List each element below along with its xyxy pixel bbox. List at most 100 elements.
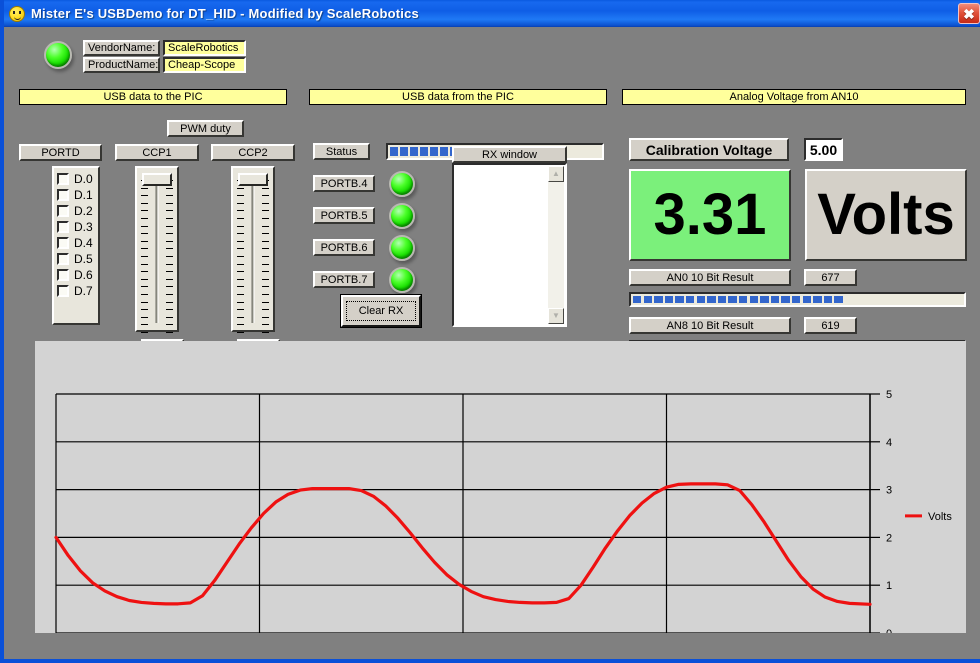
voltage-unit-display: Volts [805,169,967,261]
pwm-duty-label: PWM duty [167,120,244,137]
calibration-voltage-input[interactable]: 5.00 [804,138,843,161]
portd-checkbox-row[interactable]: D.6 [57,267,98,282]
analog-panel-banner: Analog Voltage from AN10 [622,89,966,105]
portb7-label: PORTB.7 [313,271,375,288]
window-title: Mister E's USBDemo for DT_HID - Modified… [31,6,419,21]
product-name-value: Cheap-Scope [163,57,246,73]
portd-checkbox-d2[interactable] [57,205,69,217]
ccp2-slider-thumb[interactable] [238,173,268,186]
ccp2-slider-ticks-right [262,180,269,339]
progress-block [686,296,694,304]
vendor-name-label: VendorName: [83,40,160,56]
portd-checkbox-row[interactable]: D.1 [57,187,98,202]
voltage-chart-svg: 012345Volts [35,341,966,633]
progress-block [390,147,398,156]
chevron-up-icon[interactable]: ▲ [548,166,564,182]
clear-rx-button[interactable]: Clear RX [341,295,421,327]
vendor-name-value: ScaleRobotics [163,40,246,56]
ccp2-label: CCP2 [211,144,295,161]
portd-checkbox-label: D.7 [74,285,93,297]
progress-block [633,296,641,304]
portd-checkbox-label: D.4 [74,237,93,249]
chart-ytick-label: 5 [886,389,892,401]
ccp1-label: CCP1 [115,144,199,161]
progress-block [400,147,408,156]
progress-block [718,296,726,304]
ccp1-slider-rail [156,179,159,323]
chevron-down-icon[interactable]: ▼ [548,308,564,324]
portb4-led [389,171,415,197]
progress-block [728,296,736,304]
client-area: VendorName: ScaleRobotics ProductName: C… [8,27,980,659]
tx-panel-banner: USB data to the PIC [19,89,287,105]
clear-rx-button-label: Clear RX [346,301,417,321]
an0-result-value: 677 [804,269,857,286]
ccp1-slider-ticks-left [141,180,148,339]
portd-checkbox-row[interactable]: D.0 [57,171,98,186]
portd-checkbox-row[interactable]: D.7 [57,283,98,298]
portd-checkbox-row[interactable]: D.5 [57,251,98,266]
ccp1-slider-thumb[interactable] [142,173,172,186]
progress-block [707,296,715,304]
progress-block [739,296,747,304]
product-name-label: ProductName: [83,57,160,73]
ccp1-slider-ticks-right [166,180,173,339]
portd-label: PORTD [19,144,102,161]
ccp2-slider-ticks-left [237,180,244,339]
rx-window-scrollbar[interactable]: ▲ ▼ [548,166,564,324]
progress-block [440,147,448,156]
ccp2-slider[interactable] [231,166,275,332]
calibration-voltage-label: Calibration Voltage [629,138,789,161]
progress-block [803,296,811,304]
progress-block [760,296,768,304]
portd-checkbox-d4[interactable] [57,237,69,249]
ccp1-slider[interactable] [135,166,179,332]
portd-checkbox-d3[interactable] [57,221,69,233]
progress-block [771,296,779,304]
portd-checkbox-d1[interactable] [57,189,69,201]
close-icon[interactable]: ✖ [958,3,980,24]
chart-ytick-label: 4 [886,437,892,449]
portd-checkbox-d5[interactable] [57,253,69,265]
progress-block [781,296,789,304]
portb7-led [389,267,415,293]
portd-checkbox-row[interactable]: D.2 [57,203,98,218]
portd-checkbox-d7[interactable] [57,285,69,297]
title-bar: Mister E's USBDemo for DT_HID - Modified… [4,0,980,27]
portb6-label: PORTB.6 [313,239,375,256]
chart-ytick-label: 1 [886,580,892,592]
portd-checkbox-label: D.1 [74,189,93,201]
an8-result-label: AN8 10 Bit Result [629,317,791,334]
application-window: Mister E's USBDemo for DT_HID - Modified… [0,0,980,663]
voltage-reading-display: 3.31 [629,169,791,261]
voltage-chart: 012345Volts [35,341,966,633]
window-frame: Mister E's USBDemo for DT_HID - Modified… [0,0,980,663]
an8-result-value: 619 [804,317,857,334]
progress-block [654,296,662,304]
portb6-led [389,235,415,261]
ccp2-slider-rail [252,179,255,323]
chart-ytick-label: 3 [886,485,892,497]
portd-checkbox-d0[interactable] [57,173,69,185]
portd-checkbox-d6[interactable] [57,269,69,281]
an0-result-label: AN0 10 Bit Result [629,269,791,286]
portd-checkbox-row[interactable]: D.3 [57,219,98,234]
chart-ytick-label: 2 [886,532,892,544]
portd-checkbox-label: D.5 [74,253,93,265]
progress-block [750,296,758,304]
portd-checkbox-label: D.2 [74,205,93,217]
rx-window-title: RX window [452,146,567,163]
portb4-label: PORTB.4 [313,175,375,192]
progress-block [834,296,842,304]
portd-checkbox-row[interactable]: D.4 [57,235,98,250]
an0-progress-bar [629,292,966,307]
progress-block [792,296,800,304]
device-connected-led [44,41,72,69]
rx-panel-banner: USB data from the PIC [309,89,607,105]
chart-ytick-label: 0 [886,628,892,633]
rx-window-textarea[interactable]: ▲ ▼ [452,163,567,327]
progress-block [410,147,418,156]
progress-block [813,296,821,304]
progress-block [665,296,673,304]
portb5-led [389,203,415,229]
